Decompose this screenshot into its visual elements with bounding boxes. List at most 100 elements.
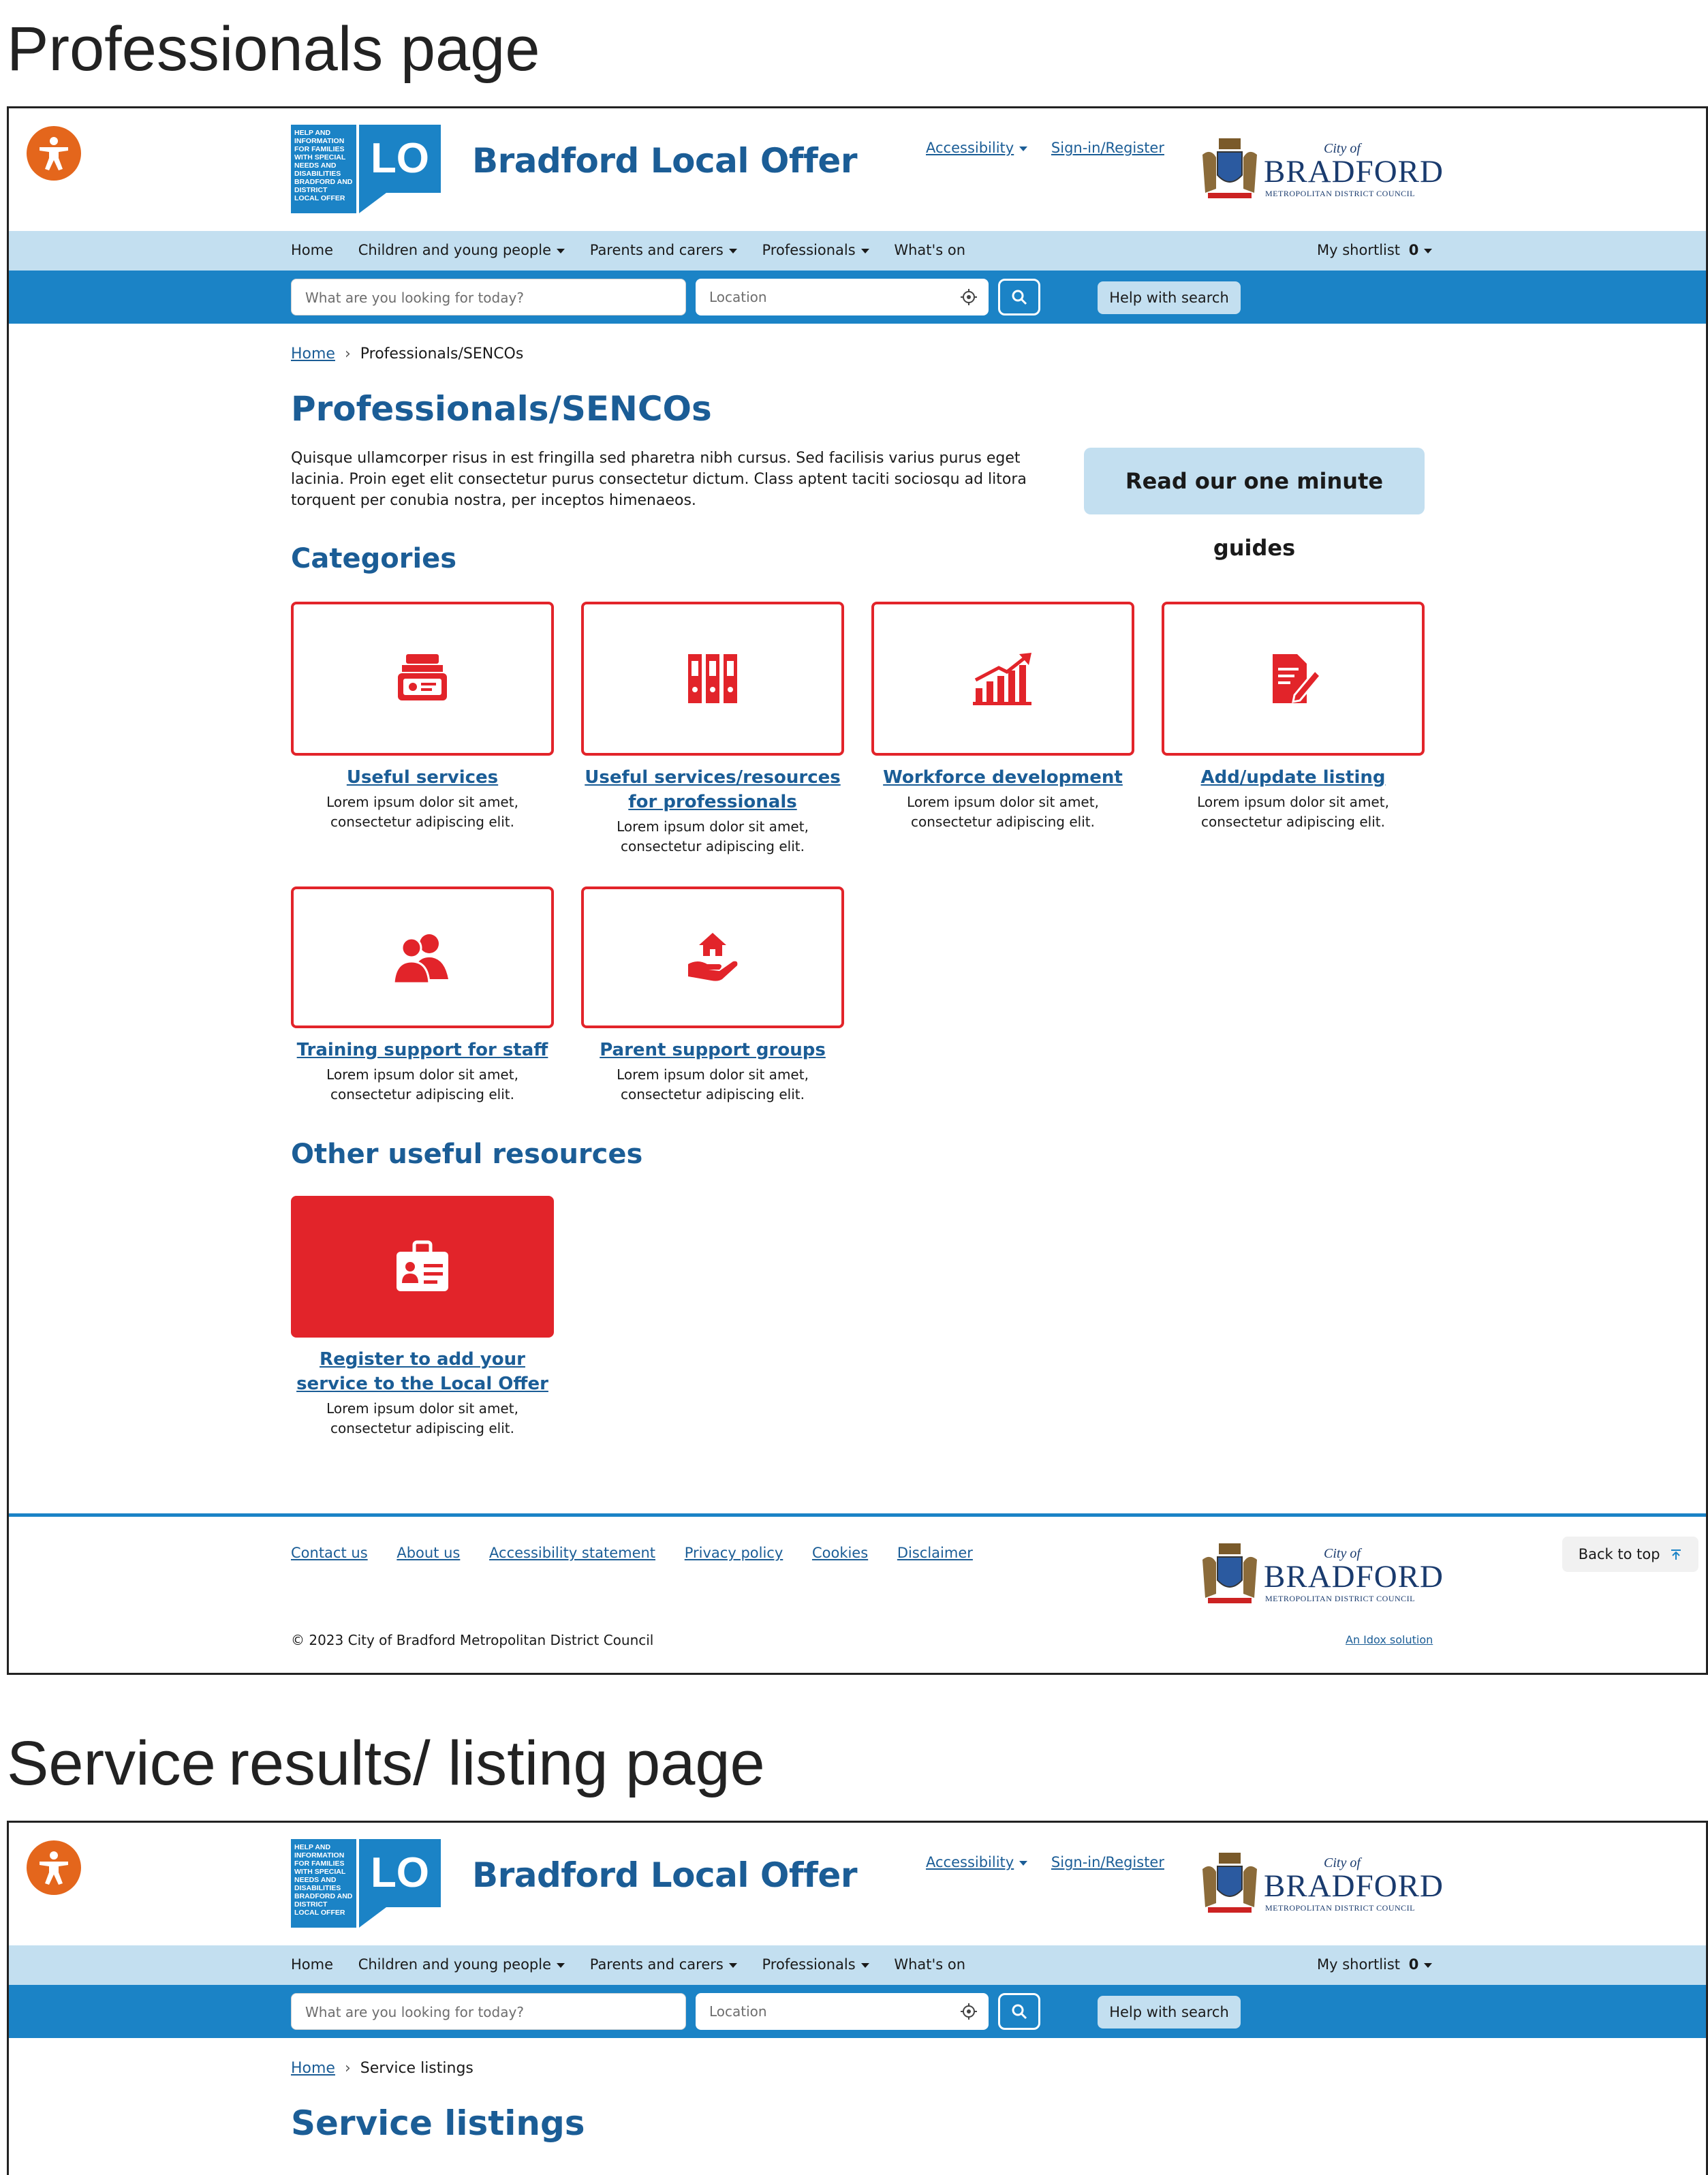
search-icon <box>1012 290 1027 305</box>
search-button[interactable] <box>998 1993 1040 2030</box>
professionals-page-frame: HELP AND INFORMATION FOR FAMILIES WITH S… <box>7 106 1708 1675</box>
chevron-down-icon <box>1019 1860 1028 1866</box>
shortlist-count: 0 <box>1408 242 1419 258</box>
utility-links: Accessibility Sign-in/Register <box>926 140 1181 156</box>
category-title[interactable]: Parent support groups <box>581 1038 844 1062</box>
location-placeholder: Location <box>709 289 767 305</box>
coat-of-arms-icon <box>1202 138 1257 198</box>
location-input[interactable]: Location <box>696 1993 989 2030</box>
category-card[interactable]: Training support for staff Lorem ipsum d… <box>291 886 554 1105</box>
search-input[interactable]: What are you looking for today? <box>291 1993 686 2030</box>
resource-card[interactable]: Register to add your service to the Loca… <box>291 1196 554 1438</box>
location-input[interactable]: Location <box>696 279 989 315</box>
search-bar: What are you looking for today? Location… <box>9 271 1706 324</box>
help-with-search-button[interactable]: Help with search <box>1098 281 1241 314</box>
nav-item-whats-on[interactable]: What's on <box>894 242 965 258</box>
site-title[interactable]: Bradford Local Offer <box>472 1855 857 1895</box>
lo-logo-mark: LO <box>359 1839 441 1928</box>
sign-in-register-link[interactable]: Sign-in/Register <box>1051 1854 1164 1870</box>
category-icon-box[interactable] <box>291 886 554 1028</box>
listing-page-frame: HELP AND INFORMATION FOR FAMILIES WITH S… <box>7 1821 1708 2175</box>
local-offer-logo[interactable]: HELP AND INFORMATION FOR FAMILIES WITH S… <box>291 1839 454 1928</box>
page-title: Professionals/SENCOs <box>291 389 712 429</box>
location-placeholder: Location <box>709 2003 767 2020</box>
resource-icon-box[interactable] <box>291 1196 554 1338</box>
locate-me-icon[interactable] <box>960 288 978 306</box>
category-icon-box[interactable] <box>581 602 844 756</box>
footer-link-contact[interactable]: Contact us <box>291 1545 368 1561</box>
accessibility-toolbar-button[interactable] <box>27 126 81 181</box>
nav-item-professionals[interactable]: Professionals <box>762 242 869 258</box>
sign-in-register-link[interactable]: Sign-in/Register <box>1051 140 1164 156</box>
help-with-search-button[interactable]: Help with search <box>1098 1996 1241 2029</box>
category-card[interactable]: Workforce development Lorem ipsum dolor … <box>871 602 1134 832</box>
nav-item-parents[interactable]: Parents and carers <box>590 242 737 258</box>
category-title[interactable]: Workforce development <box>871 765 1134 790</box>
chevron-down-icon <box>557 248 565 253</box>
footer-links: Contact us About us Accessibility statem… <box>291 1545 997 1561</box>
search-input[interactable]: What are you looking for today? <box>291 279 686 315</box>
category-icon-box[interactable] <box>1162 602 1425 756</box>
footer-link-privacy[interactable]: Privacy policy <box>685 1545 783 1561</box>
accessibility-link[interactable]: Accessibility <box>926 1854 1014 1870</box>
shortlist-menu[interactable]: My shortlist 0 <box>1317 242 1433 258</box>
breadcrumb-home[interactable]: Home <box>291 2060 335 2077</box>
idox-link[interactable]: An Idox solution <box>1346 1633 1433 1646</box>
bradford-council-logo[interactable]: City of BRADFORD METROPOLITAN DISTRICT C… <box>1198 134 1443 209</box>
shortlist-count: 0 <box>1408 1956 1419 1973</box>
shortlist-menu[interactable]: My shortlist 0 <box>1317 1956 1433 1973</box>
footer-link-accessibility[interactable]: Accessibility statement <box>489 1545 655 1561</box>
services-icon <box>398 654 447 700</box>
breadcrumb: Home › Professionals/SENCOs <box>291 345 523 362</box>
council-name: BRADFORD <box>1264 1868 1444 1904</box>
breadcrumb-home[interactable]: Home <box>291 345 335 362</box>
local-offer-logo[interactable]: HELP AND INFORMATION FOR FAMILIES WITH S… <box>291 125 454 213</box>
footer-link-cookies[interactable]: Cookies <box>812 1545 868 1561</box>
breadcrumb-current: Service listings <box>360 2060 473 2077</box>
council-name: BRADFORD <box>1264 1559 1444 1594</box>
category-title[interactable]: Useful services/resources for profession… <box>581 765 844 814</box>
council-subtitle: METROPOLITAN DISTRICT COUNCIL <box>1265 1594 1415 1603</box>
section-label-listing: Service results/ listing page <box>7 1729 765 1798</box>
category-title[interactable]: Useful services <box>291 765 554 790</box>
bradford-council-logo[interactable]: City of BRADFORD METROPOLITAN DISTRICT C… <box>1198 1849 1443 1924</box>
people-icon <box>392 934 448 985</box>
search-button[interactable] <box>998 279 1040 315</box>
back-to-top-label: Back to top <box>1578 1546 1660 1562</box>
logo-letters: LO <box>371 1849 429 1896</box>
category-icon-box[interactable] <box>581 886 844 1028</box>
nav-item-children[interactable]: Children and young people <box>358 242 565 258</box>
chevron-down-icon <box>860 248 869 253</box>
category-card[interactable]: Add/update listing Lorem ipsum dolor sit… <box>1162 602 1425 832</box>
resource-title[interactable]: Register to add your service to the Loca… <box>291 1347 554 1396</box>
category-description: Lorem ipsum dolor sit amet, consectetur … <box>907 794 1099 830</box>
site-title[interactable]: Bradford Local Offer <box>472 141 857 181</box>
footer-link-disclaimer[interactable]: Disclaimer <box>897 1545 973 1561</box>
category-title[interactable]: Training support for staff <box>291 1038 554 1062</box>
nav-item-children[interactable]: Children and young people <box>358 1956 565 1973</box>
nav-item-home[interactable]: Home <box>291 242 333 258</box>
category-card[interactable]: Useful services/resources for profession… <box>581 602 844 857</box>
nav-item-professionals[interactable]: Professionals <box>762 1956 869 1973</box>
footer-link-about[interactable]: About us <box>397 1545 460 1561</box>
accessibility-link[interactable]: Accessibility <box>926 140 1014 156</box>
footer-council-logo[interactable]: City of BRADFORD METROPOLITAN DISTRICT C… <box>1198 1539 1443 1614</box>
one-minute-guides-button[interactable]: Read our one minute guides <box>1084 448 1425 561</box>
category-icon-box[interactable] <box>291 602 554 756</box>
category-title[interactable]: Add/update listing <box>1162 765 1425 790</box>
nav-item-parents[interactable]: Parents and carers <box>590 1956 737 1973</box>
breadcrumb-separator: › <box>344 2060 351 2077</box>
back-to-top-button[interactable]: Back to top <box>1562 1537 1698 1572</box>
category-card[interactable]: Parent support groups Lorem ipsum dolor … <box>581 886 844 1105</box>
category-card[interactable]: Useful services Lorem ipsum dolor sit am… <box>291 602 554 832</box>
nav-item-home[interactable]: Home <box>291 1956 333 1973</box>
copyright-text: © 2023 City of Bradford Metropolitan Dis… <box>291 1632 654 1648</box>
breadcrumb-current: Professionals/SENCOs <box>360 345 524 362</box>
chevron-down-icon <box>1424 1962 1433 1968</box>
accessibility-toolbar-button[interactable] <box>27 1840 81 1895</box>
council-subtitle: METROPOLITAN DISTRICT COUNCIL <box>1265 1903 1415 1913</box>
locate-me-icon[interactable] <box>960 2003 978 2020</box>
category-description: Lorem ipsum dolor sit amet, consectetur … <box>1197 794 1389 830</box>
category-icon-box[interactable] <box>871 602 1134 756</box>
nav-item-whats-on[interactable]: What's on <box>894 1956 965 1973</box>
